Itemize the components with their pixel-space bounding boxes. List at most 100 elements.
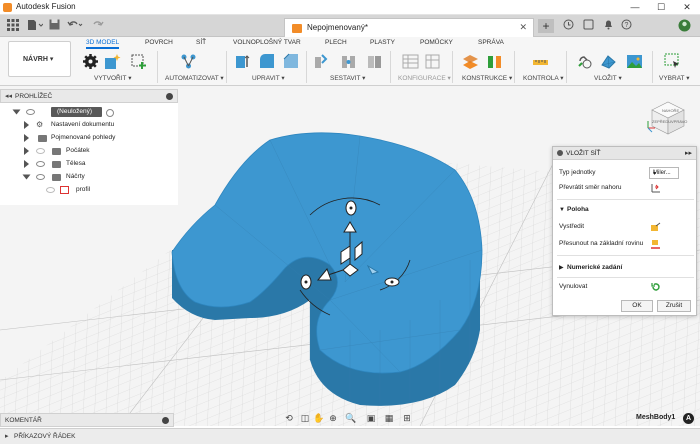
press-pull-icon[interactable] bbox=[234, 53, 251, 70]
offset-plane-icon[interactable] bbox=[462, 53, 479, 70]
section-position[interactable]: ▼ Poloha bbox=[559, 206, 589, 213]
eye-icon[interactable] bbox=[26, 109, 35, 115]
maximize-button[interactable]: ☐ bbox=[650, 1, 672, 14]
measure-icon[interactable] bbox=[532, 53, 549, 70]
expand-icon[interactable] bbox=[24, 147, 29, 155]
center-icon[interactable] bbox=[650, 222, 661, 232]
eye-icon[interactable] bbox=[36, 174, 45, 180]
configure-icon[interactable] bbox=[402, 53, 419, 70]
insert-derive-icon[interactable] bbox=[576, 53, 593, 70]
fillet-icon[interactable] bbox=[258, 53, 275, 70]
group-create[interactable]: VYTVOŘIT ▾ bbox=[94, 74, 131, 82]
unit-type-select[interactable]: Miler... ▾ bbox=[649, 167, 679, 179]
eye-icon[interactable] bbox=[36, 148, 45, 154]
save-icon[interactable] bbox=[48, 19, 60, 33]
joint-icon[interactable] bbox=[340, 53, 357, 70]
zoom-window-icon[interactable]: ⊕ bbox=[327, 412, 339, 424]
expand-icon[interactable] bbox=[24, 121, 29, 129]
section-numeric-input[interactable]: ▶ Numerické zadání bbox=[559, 264, 622, 271]
document-tab[interactable]: Nepojmenovaný* ✕ bbox=[284, 18, 534, 37]
display-settings-icon[interactable]: ▣ bbox=[365, 412, 377, 424]
file-menu-icon[interactable] bbox=[26, 19, 44, 33]
automate-icon[interactable] bbox=[180, 53, 197, 70]
minimize-button[interactable]: — bbox=[624, 1, 646, 14]
comments-panel[interactable]: KOMENTÁŘ bbox=[0, 413, 174, 427]
help-icon[interactable]: ? bbox=[618, 19, 634, 33]
group-construct[interactable]: KONSTRUKCE ▾ bbox=[462, 74, 512, 82]
browser-header[interactable]: ◂◂ PROHLÍŽEČ bbox=[0, 89, 178, 103]
ok-button[interactable]: OK bbox=[621, 300, 653, 312]
group-automate[interactable]: AUTOMATIZOVAT ▾ bbox=[165, 74, 224, 82]
user-account-icon[interactable] bbox=[676, 19, 692, 33]
chamfer-icon[interactable] bbox=[282, 53, 299, 70]
autodesk-assistant-icon[interactable]: A bbox=[683, 413, 694, 424]
close-window-button[interactable]: ✕ bbox=[676, 1, 698, 14]
flip-up-icon[interactable] bbox=[650, 183, 661, 193]
browser-item-document-settings[interactable]: ⚙ Nastavení dokumentu bbox=[0, 119, 178, 132]
tab-utilities[interactable]: POMŮCKY bbox=[420, 39, 453, 46]
tab-form[interactable]: VOLNOPLOŠNÝ TVAR bbox=[233, 39, 301, 46]
pin-icon[interactable] bbox=[166, 93, 173, 100]
tab-manage[interactable]: SPRÁVA bbox=[478, 39, 504, 46]
tab-surface[interactable]: POVRCH bbox=[145, 39, 173, 46]
expand-arrow-icon[interactable]: ▸ bbox=[5, 432, 9, 440]
group-modify[interactable]: UPRAVIT ▾ bbox=[252, 74, 285, 82]
create-sketch-icon[interactable] bbox=[104, 53, 121, 70]
tab-mesh[interactable]: SÍŤ bbox=[196, 39, 206, 46]
workspace-switcher[interactable]: NÁVRH ▾ bbox=[8, 41, 71, 77]
expand-icon[interactable] bbox=[24, 134, 29, 142]
tab-sheet-metal[interactable]: PLECH bbox=[325, 39, 347, 46]
dialog-header[interactable]: VLOŽIT SÍŤ ▸▸ bbox=[553, 147, 696, 160]
orbit-icon[interactable]: ⟲ bbox=[283, 412, 295, 424]
group-select[interactable]: VYBRAT ▾ bbox=[659, 74, 689, 82]
viewports-icon[interactable]: ⊞ bbox=[401, 412, 413, 424]
collapse-arrow-icon[interactable]: ◂◂ bbox=[5, 92, 12, 100]
close-tab-button[interactable]: ✕ bbox=[519, 22, 527, 33]
group-assemble[interactable]: SESTAVIT ▾ bbox=[330, 74, 365, 82]
new-component-icon[interactable] bbox=[314, 53, 331, 70]
create-plane-icon[interactable] bbox=[130, 53, 147, 70]
midplane-icon[interactable] bbox=[486, 53, 503, 70]
gear-icon[interactable] bbox=[82, 53, 99, 70]
redo-icon[interactable] bbox=[90, 19, 108, 33]
browser-item-named-views[interactable]: Pojmenované pohledy bbox=[0, 132, 178, 145]
new-tab-button[interactable]: + bbox=[538, 19, 554, 33]
zoom-icon[interactable]: 🔍 bbox=[345, 412, 357, 424]
eye-icon[interactable] bbox=[36, 161, 45, 167]
tab-plastic[interactable]: PLASTY bbox=[370, 39, 395, 46]
expand-icon[interactable] bbox=[12, 109, 21, 115]
browser-item-bodies[interactable]: Tělesa bbox=[0, 158, 178, 171]
move-to-ground-icon[interactable] bbox=[650, 239, 661, 249]
pan-icon[interactable]: ✋ bbox=[313, 412, 325, 424]
extensions-icon[interactable] bbox=[580, 19, 596, 33]
comments-add-icon[interactable] bbox=[162, 417, 169, 424]
browser-root-row[interactable]: (Neuložený) bbox=[0, 106, 178, 119]
as-built-joint-icon[interactable] bbox=[366, 53, 383, 70]
group-insert[interactable]: VLOŽIT ▾ bbox=[594, 74, 622, 82]
insert-canvas-icon[interactable] bbox=[626, 53, 643, 70]
activate-icon[interactable] bbox=[106, 109, 114, 117]
group-configure[interactable]: KONFIGURACE ▾ bbox=[398, 74, 451, 82]
browser-item-profile[interactable]: profil bbox=[0, 184, 178, 197]
insert-mesh-icon[interactable] bbox=[600, 53, 617, 70]
grid-icon[interactable] bbox=[6, 19, 20, 33]
eye-icon[interactable] bbox=[46, 187, 55, 193]
configure-table-icon[interactable] bbox=[424, 53, 441, 70]
command-line-panel[interactable]: ▸ PŘÍKAZOVÝ ŘÁDEK bbox=[0, 428, 700, 444]
look-at-icon[interactable]: ◫ bbox=[299, 412, 311, 424]
cancel-button[interactable]: Zrušit bbox=[657, 300, 691, 312]
notifications-icon[interactable] bbox=[600, 19, 616, 33]
tab-3d-model[interactable]: 3D MODEL bbox=[86, 39, 120, 49]
reset-icon[interactable] bbox=[650, 282, 661, 292]
job-status-icon[interactable] bbox=[560, 19, 576, 33]
root-component[interactable]: (Neuložený) bbox=[51, 107, 102, 117]
browser-item-origin[interactable]: Počátek bbox=[0, 145, 178, 158]
undo-icon[interactable] bbox=[66, 19, 84, 33]
select-window-icon[interactable] bbox=[664, 53, 681, 70]
grid-settings-icon[interactable]: ▦ bbox=[383, 412, 395, 424]
group-inspect[interactable]: KONTROLA ▾ bbox=[523, 74, 563, 82]
browser-item-sketches[interactable]: Náčrty bbox=[0, 171, 178, 184]
expand-dialog-icon[interactable]: ▸▸ bbox=[685, 149, 692, 157]
expand-icon[interactable] bbox=[22, 174, 31, 180]
expand-icon[interactable] bbox=[24, 160, 29, 168]
